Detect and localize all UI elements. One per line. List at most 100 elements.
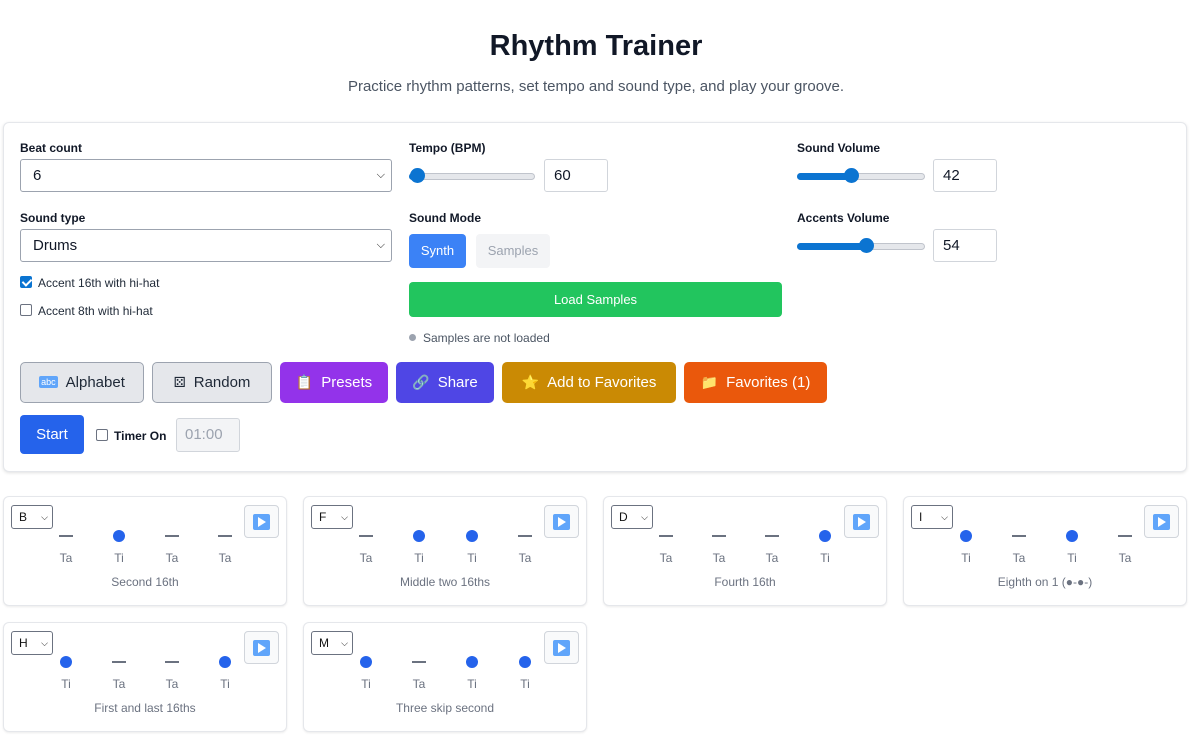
play-button[interactable] [244,631,279,664]
beat-syllable: Ti [467,677,477,691]
clipboard-icon: 📋 [295,374,314,390]
pattern-letter-select[interactable]: F ⌵ [311,505,353,529]
beat-syllable: Ti [467,551,477,565]
beat-syllable: Ti [820,551,830,565]
beat-syllable: Ti [361,677,371,691]
random-button[interactable]: ⚄ Random [152,362,272,403]
sound-volume-label: Sound Volume [797,141,881,155]
chevron-down-icon: ⌵ [341,512,348,522]
slider-fill [797,243,866,250]
pattern-letter-select[interactable]: B ⌵ [11,505,53,529]
timer-checkbox[interactable]: Timer On [96,429,166,443]
pattern-letter-select[interactable]: I ⌵ [911,505,953,529]
slider-thumb[interactable] [410,168,425,183]
presets-button[interactable]: 📋 Presets [280,362,388,403]
play-button[interactable] [844,505,879,538]
mode-samples-button[interactable]: Samples [476,234,550,268]
beat-rest [109,655,129,667]
beat-dot [515,655,535,667]
slider-track [409,173,535,180]
checkbox-icon[interactable] [20,276,32,288]
favorites-label: Favorites (1) [726,374,811,391]
pattern-card: B ⌵ Ta Ti Ta Ta Second 16th [3,496,287,606]
play-button[interactable] [544,631,579,664]
load-samples-button[interactable]: Load Samples [409,282,782,317]
settings-panel: Beat count 6 ⌵ Sound type Drums ⌵ Accent… [3,122,1187,472]
play-button[interactable] [544,505,579,538]
sound-mode-label: Sound Mode [409,211,481,225]
alphabet-button[interactable]: abc Alphabet [20,362,144,403]
pattern-letter: B [19,510,28,524]
beat-syllable: Ti [114,551,124,565]
status-dot-icon [409,334,416,341]
pattern-letter: I [919,510,923,524]
pattern-name: Fourth 16th [714,575,776,589]
tempo-label: Tempo (BPM) [409,141,486,155]
sound-volume-input[interactable]: 42 [933,159,997,192]
play-button[interactable] [244,505,279,538]
tempo-input[interactable]: 60 [544,159,608,192]
beat-rest [409,655,429,667]
mode-synth-button[interactable]: Synth [409,234,466,268]
pattern-card: F ⌵ Ta Ti Ti Ta Middle two 16ths [303,496,587,606]
sound-type-select[interactable]: Drums ⌵ [20,229,392,262]
accent-8th-checkbox[interactable]: Accent 8th with hi-hat [20,304,153,318]
pattern-letter-select[interactable]: M ⌵ [311,631,353,655]
beat-rest [1009,529,1029,541]
tempo-slider[interactable] [409,168,535,184]
beat-syllable: Ti [414,551,424,565]
beat-syllable: Ta [1118,551,1132,565]
beat-syllable: Ti [220,677,230,691]
beat-dot [215,655,235,667]
accents-volume-input[interactable]: 54 [933,229,997,262]
start-button[interactable]: Start [20,415,84,454]
accent-16th-checkbox[interactable]: Accent 16th with hi-hat [20,276,159,290]
beat-syllable: Ta [412,677,426,691]
chevron-down-icon: ⌵ [41,638,48,648]
pattern-letter: M [319,636,329,650]
pattern-card: D ⌵ Ta Ta Ta Ti Fourth 16th [603,496,887,606]
beat-dot [462,529,482,541]
accents-volume-slider[interactable] [797,238,925,254]
chevron-down-icon: ⌵ [376,239,385,251]
share-button[interactable]: 🔗 Share [396,362,494,403]
beat-dot [462,655,482,667]
star-icon: ⭐ [521,374,540,390]
favorites-button[interactable]: 📁 Favorites (1) [684,362,827,403]
timer-input[interactable]: 01:00 [176,418,240,452]
pattern-card: I ⌵ Ti Ta Ti Ta Eighth on 1 (●-●-) [903,496,1187,606]
pattern-card: H ⌵ Ti Ta Ta Ti First and last 16ths [3,622,287,732]
slider-fill [797,173,851,180]
sound-type-label: Sound type [20,211,86,225]
slider-thumb[interactable] [859,238,874,253]
chevron-down-icon: ⌵ [941,512,948,522]
sound-volume-slider[interactable] [797,168,925,184]
pattern-letter-select[interactable]: H ⌵ [11,631,53,655]
beat-syllable: Ta [518,551,532,565]
add-to-favorites-label: Add to Favorites [547,374,657,391]
beat-dot [1062,529,1082,541]
beat-rest [56,529,76,541]
beat-count-select[interactable]: 6 ⌵ [20,159,392,192]
slider-thumb[interactable] [844,168,859,183]
chevron-down-icon: ⌵ [41,512,48,522]
beat-syllable: Ta [165,677,179,691]
beat-syllable: Ta [112,677,126,691]
checkbox-icon[interactable] [96,429,108,441]
beat-dot [109,529,129,541]
chevron-down-icon: ⌵ [376,169,385,181]
samples-status: Samples are not loaded [409,331,550,345]
pattern-letter-select[interactable]: D ⌵ [611,505,653,529]
beat-rest [515,529,535,541]
accents-volume-label: Accents Volume [797,211,890,225]
beat-rest [709,529,729,541]
play-icon [1153,514,1170,530]
beat-syllable: Ta [712,551,726,565]
play-button[interactable] [1144,505,1179,538]
checkbox-icon[interactable] [20,304,32,316]
add-to-favorites-button[interactable]: ⭐ Add to Favorites [502,362,676,403]
play-icon [553,640,570,656]
play-icon [253,640,270,656]
beat-syllable: Ti [961,551,971,565]
beat-rest [356,529,376,541]
